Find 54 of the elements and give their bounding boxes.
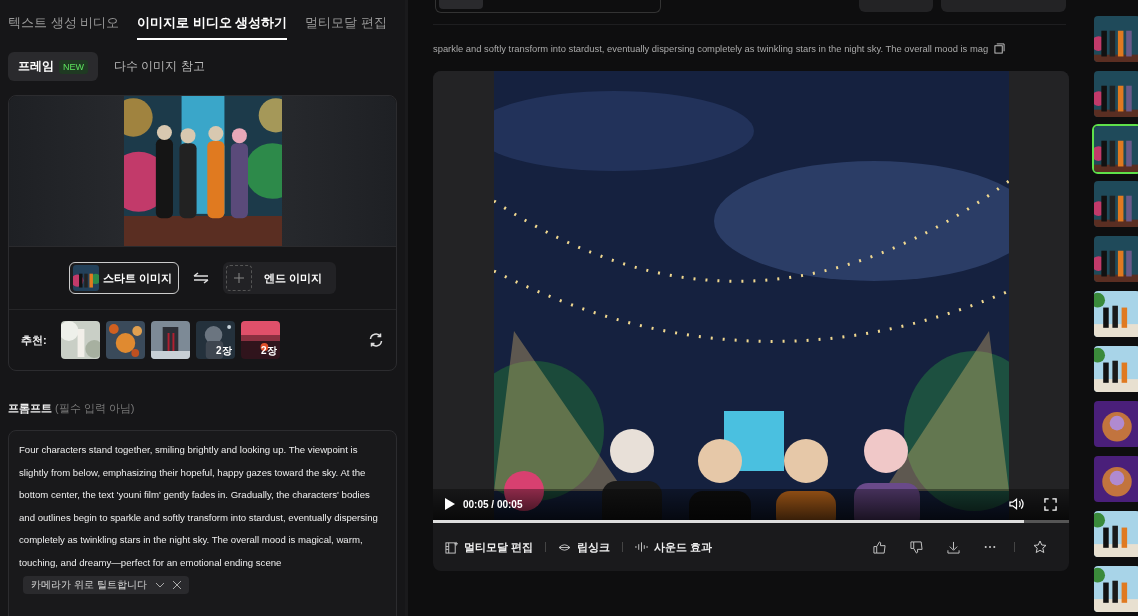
prompt-field[interactable]: [8, 430, 397, 616]
thumbs-up-icon[interactable]: [873, 540, 886, 554]
chevron-down-icon: [154, 582, 165, 588]
prompt-hint: (필수 입력 아님): [55, 402, 135, 414]
video-time: 00:05 / 00:05: [463, 498, 523, 510]
sound-wave-icon: [635, 541, 649, 553]
video-thumbnail[interactable]: [1092, 454, 1138, 504]
video-thumbnail[interactable]: [1092, 289, 1138, 339]
mode-tab[interactable]: 이미지로 비디오 생성하기: [137, 0, 288, 40]
volume-icon[interactable]: [1009, 497, 1024, 511]
film-edit-icon: [445, 540, 458, 554]
download-icon[interactable]: [947, 540, 960, 554]
more-icon[interactable]: [984, 545, 996, 549]
start-image-button[interactable]: 스타트 이미지: [68, 262, 179, 294]
recommend-thumbnail[interactable]: [150, 321, 190, 359]
recommend-thumbnail[interactable]: 2장: [240, 321, 280, 359]
recommend-thumbnail[interactable]: [60, 321, 100, 359]
video-thumbnail[interactable]: [1092, 509, 1138, 559]
plus-icon: [234, 273, 244, 283]
lips-icon: [558, 542, 572, 552]
prompt-caption: sparkle and softly transform into stardust, eventually dispersing completely as twinkling stars in the night sky. The overall mood is mag: [433, 42, 989, 54]
action-button[interactable]: 사운드 효과: [635, 539, 713, 555]
video-thumbnail[interactable]: [1092, 14, 1138, 64]
action-button[interactable]: 립싱크: [558, 539, 611, 555]
video-thumbnail[interactable]: [1092, 564, 1138, 614]
video-thumbnail[interactable]: [1092, 399, 1138, 449]
camera-tag[interactable]: 카메라가 위로 틸트합니다: [23, 576, 189, 594]
image-count: 2장: [216, 344, 232, 358]
close-icon[interactable]: [172, 581, 181, 589]
refresh-icon[interactable]: [368, 332, 384, 348]
recommend-thumbnail[interactable]: 2장: [195, 321, 235, 359]
play-icon[interactable]: [445, 498, 455, 510]
prompt-title: 프롬프트: [8, 402, 52, 414]
swap-icon[interactable]: [193, 272, 209, 284]
copy-icon[interactable]: [994, 42, 1006, 54]
thumbs-down-icon[interactable]: [910, 540, 923, 554]
video-thumbnail[interactable]: [1092, 179, 1138, 229]
recommend-thumbnail[interactable]: [105, 321, 145, 359]
prompt-text: Four characters stand together, smiling brightly and looking up. The viewpoint is slightly from below, emphasizing their hopeful, happy gazes toward the sky. At the bottom center, the text 'youni film' gently fades in. Gradually, the characters' bodies and outlines begin to sparkle and softly transform into stardust, eventually dispersing completely as twinkling stars in the night sky. The overall mood is magical, warm, touching, and dreamy—perfect for an emotional ending scene: [19, 444, 378, 568]
video-thumbnail[interactable]: [1092, 344, 1138, 394]
fullscreen-icon[interactable]: [1044, 497, 1057, 511]
mode-tab[interactable]: 텍스트 생성 비디오: [8, 0, 120, 40]
video-thumbnail[interactable]: [1092, 69, 1138, 119]
sub-tab[interactable]: 프레임 NEW: [8, 52, 98, 81]
mode-tab[interactable]: 멀티모달 편집: [305, 0, 388, 40]
video-thumbnail[interactable]: [1092, 124, 1138, 174]
recommend-label: 추천:: [21, 332, 47, 348]
image-count: 2장: [261, 344, 277, 358]
star-icon[interactable]: [1033, 540, 1047, 554]
video-thumbnail[interactable]: [1092, 234, 1138, 284]
end-image-button[interactable]: 엔드 이미지: [223, 262, 337, 294]
new-badge: NEW: [59, 59, 88, 74]
sub-tab[interactable]: 다수 이미지 참고: [104, 52, 215, 81]
action-button[interactable]: 멀티모달 편집: [445, 539, 534, 555]
